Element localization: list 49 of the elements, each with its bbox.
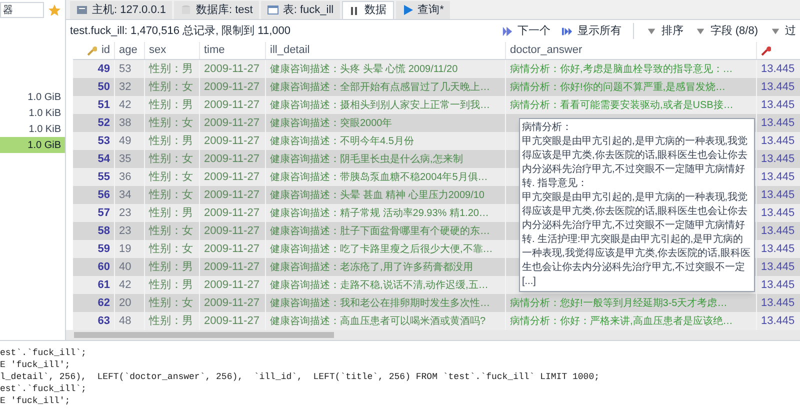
tab[interactable]: 查询* xyxy=(396,1,450,19)
tooltip-line: 得应该是甲亢类,你去医院的话,眼科医生也会让你去 xyxy=(522,149,749,163)
key-icon xyxy=(761,46,771,56)
sql-log-line: l_detail`, 256), LEFT(`doctor_answer`, 256), `ill_id`, LEFT(`title`, 256) FROM `test`.`fuck_ill` LIMIT 1000; xyxy=(0,371,600,383)
tooltip-line: 一种表现,我觉得应该是甲亢类,你去医院的话,眼科医 xyxy=(522,247,752,261)
column-header[interactable]: age xyxy=(119,42,138,59)
tooltip-line: 转. 生活护理:甲亢突眼是由甲亢引起的,是甲亢病的 xyxy=(522,233,744,247)
tooltip-line: 甲亢突眼是由甲亢引起的,是甲亢病的一种表现,我觉 xyxy=(522,135,749,149)
tooltip-line: [...] xyxy=(522,275,537,289)
table-size[interactable]: 1.0 KiB xyxy=(0,105,65,121)
toolbar-button[interactable]: 字段 (8/8) xyxy=(695,22,758,40)
double-arrow-icon xyxy=(502,26,514,36)
column-header[interactable]: doctor_answer xyxy=(510,42,582,59)
table-size[interactable]: 1.0 KiB xyxy=(0,121,65,137)
server-icon xyxy=(76,4,88,16)
sql-log-line: est`.`fuck_ill`; xyxy=(0,347,88,359)
tab[interactable]: 数据 xyxy=(342,1,394,19)
horizontal-scrollbar[interactable] xyxy=(66,330,800,340)
tooltip-line: 得应该是甲亢类,你去医院的话,眼科医生也会让你去 xyxy=(522,205,749,219)
tooltip-line: 内分泌科先治疗甲亢,不过突眼不一定随甲亢病情好 xyxy=(522,219,746,233)
tooltip-line: 甲亢突眼是由甲亢引起的,是甲亢病的一种表现,我觉 xyxy=(522,191,749,205)
tab[interactable]: 主机: 127.0.0.1 xyxy=(70,1,172,19)
sql-log-line: est`.`fuck_ill`; xyxy=(0,383,88,395)
table-size[interactable]: 1.0 GiB xyxy=(0,89,65,105)
tooltip-line: 生也会让你去内分泌科先治疗甲亢,不过突眼不一定 xyxy=(522,261,746,275)
sql-log-line: E 'fuck_ill'; xyxy=(0,395,72,407)
toolbar-button[interactable]: 排序 xyxy=(646,22,684,40)
play-icon xyxy=(402,4,414,16)
table-icon xyxy=(266,4,279,16)
tab[interactable]: 数据库: test xyxy=(174,1,259,19)
toolbar-button[interactable]: 下一个 xyxy=(502,22,550,40)
star-icon[interactable] xyxy=(48,4,61,16)
column-header[interactable]: ill_detail xyxy=(270,42,310,59)
key-icon xyxy=(87,46,98,56)
tooltip-line: 内分泌科先治疗甲亢,不过突眼不一定随甲亢病情好 xyxy=(522,163,746,177)
tooltip-line: 转. 指导意见： xyxy=(522,177,589,191)
double-arrow-icon xyxy=(562,26,574,36)
column-header[interactable]: time xyxy=(204,42,225,59)
column-header[interactable]: id xyxy=(101,42,110,59)
database-icon xyxy=(180,4,192,16)
tab[interactable]: 表: fuck_ill xyxy=(260,1,340,19)
filter-field[interactable]: 器 xyxy=(0,2,44,18)
toolbar-button[interactable]: 显示所有 xyxy=(562,22,622,40)
tooltip-line: 病情分析： xyxy=(522,121,573,135)
sql-log-line: E 'fuck_ill'; xyxy=(0,359,72,371)
column-header[interactable]: sex xyxy=(149,42,166,59)
record-count: test.fuck_ill: 1,470,516 总记录, 限制到 11,000 xyxy=(70,24,291,39)
table-size[interactable]: 1.0 GiB xyxy=(0,137,65,153)
toolbar-button[interactable]: 过 xyxy=(770,22,796,40)
